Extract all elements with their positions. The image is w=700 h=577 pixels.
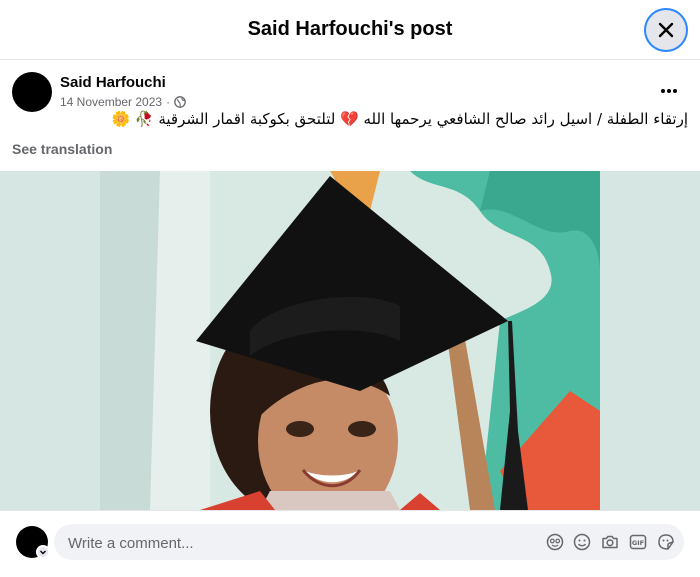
author-avatar[interactable] bbox=[12, 72, 52, 112]
meta-separator: · bbox=[166, 95, 171, 109]
gif-icon[interactable]: GIF bbox=[629, 533, 647, 551]
post-dialog-header: Said Harfouchi's post bbox=[0, 0, 700, 60]
more-dot bbox=[667, 89, 671, 93]
svg-text:GIF: GIF bbox=[632, 539, 644, 547]
dialog-title: Said Harfouchi's post bbox=[247, 18, 453, 40]
comment-composer: GIF bbox=[0, 510, 700, 577]
post-photo-container[interactable] bbox=[0, 171, 700, 510]
more-dot bbox=[661, 89, 665, 93]
comment-input[interactable] bbox=[66, 524, 510, 562]
avatar-sticker-icon[interactable] bbox=[546, 533, 564, 551]
globe-icon[interactable] bbox=[174, 96, 186, 108]
more-dot bbox=[673, 89, 677, 93]
camera-icon[interactable] bbox=[601, 533, 619, 551]
post-meta: 14 November 2023 · bbox=[60, 95, 186, 109]
post-date[interactable]: 14 November 2023 bbox=[60, 95, 162, 109]
emoji-icon[interactable] bbox=[573, 533, 591, 551]
photo-illustration bbox=[100, 171, 600, 510]
see-translation-link[interactable]: See translation bbox=[12, 141, 112, 157]
more-options-button[interactable] bbox=[652, 74, 686, 108]
post-text: إرتقاء الطفلة / اسيل رائد صالح الشافعي ي… bbox=[111, 110, 688, 128]
chevron-down-icon[interactable] bbox=[36, 545, 50, 559]
close-button[interactable] bbox=[644, 8, 688, 52]
close-icon bbox=[658, 22, 674, 38]
author-name[interactable]: Said Harfouchi bbox=[60, 74, 166, 91]
comment-box[interactable]: GIF bbox=[54, 524, 684, 562]
sticker-icon[interactable] bbox=[657, 533, 675, 551]
post-photo[interactable] bbox=[100, 171, 600, 510]
